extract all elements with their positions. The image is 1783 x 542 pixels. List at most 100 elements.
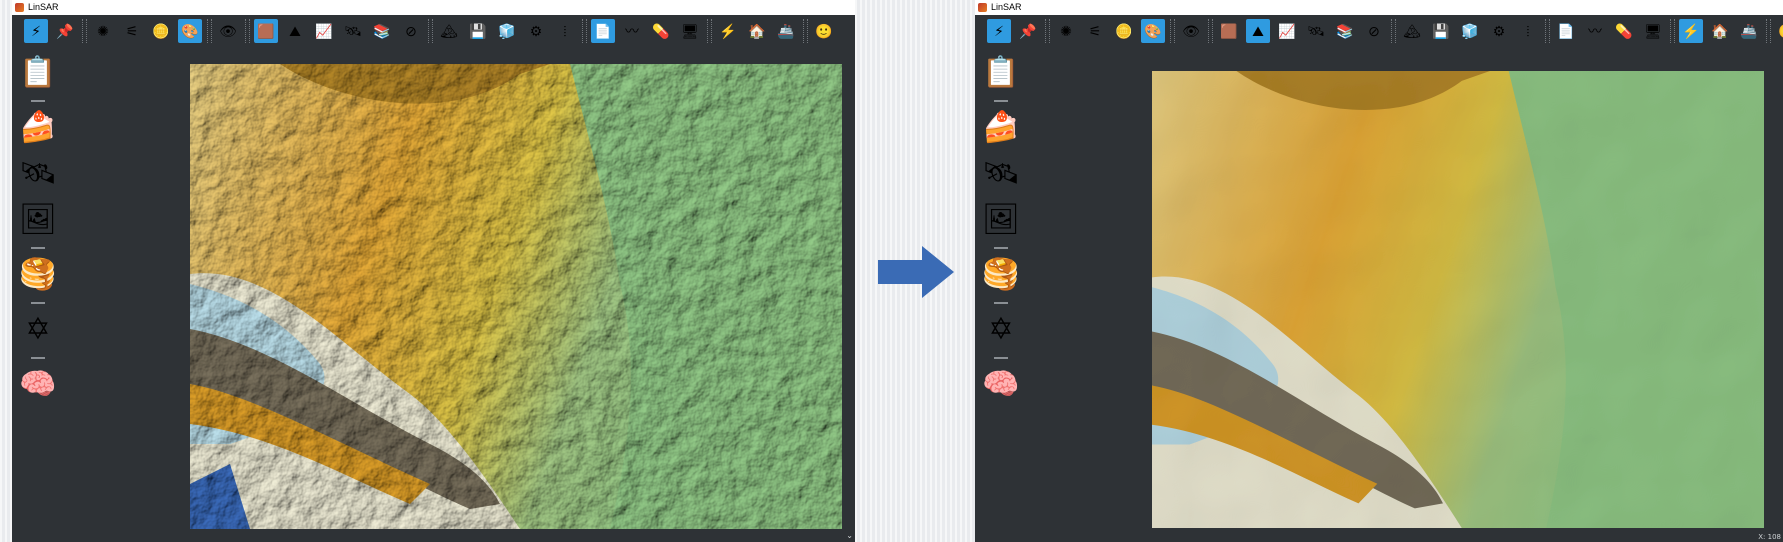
pill-tool-button[interactable]: 💊 bbox=[649, 19, 673, 43]
paint-tool-button[interactable]: 🎨 bbox=[1141, 19, 1165, 43]
pill-tool-button[interactable]: 💊 bbox=[1612, 19, 1636, 43]
toolbar-separator bbox=[707, 19, 712, 43]
sidebar-star-button[interactable]: ✡ bbox=[19, 310, 57, 350]
toolbar-separator bbox=[1766, 19, 1771, 43]
sidebar-star-button[interactable]: ✡ bbox=[982, 310, 1020, 350]
bug-tool-button[interactable]: ✺ bbox=[91, 19, 115, 43]
wave-tool-button[interactable]: 〰 bbox=[620, 19, 644, 43]
monitor-tool-button[interactable]: 🖥 bbox=[678, 19, 702, 43]
paint-tool-button[interactable]: 🎨 bbox=[178, 19, 202, 43]
sidebar-separator bbox=[31, 100, 45, 102]
chart-tool-button[interactable]: 📈 bbox=[312, 19, 336, 43]
lightning-tool-button[interactable]: ⚡ bbox=[1679, 19, 1703, 43]
dem-map-view[interactable] bbox=[190, 64, 842, 529]
save-tool-button[interactable]: 💾 bbox=[466, 19, 490, 43]
satellite-icon: 🛰 bbox=[344, 23, 362, 39]
sidebar-satellite-button[interactable]: 🛰 bbox=[982, 154, 1020, 194]
pill-icon: 💊 bbox=[1615, 23, 1633, 39]
sidebar-document-button[interactable]: 📋 bbox=[982, 53, 1020, 93]
dem-smoothed-image bbox=[1152, 71, 1764, 528]
coin-tool-button[interactable]: 🪙 bbox=[149, 19, 173, 43]
app-icon bbox=[15, 3, 24, 12]
dem-map-view[interactable] bbox=[1152, 71, 1764, 528]
satellite-icon: 🛰 bbox=[18, 157, 58, 190]
satellite-tool-button[interactable]: 🛰 bbox=[1304, 19, 1328, 43]
sidebar-soil-layers-button[interactable]: 🍰 bbox=[982, 108, 1020, 148]
wand-tool-button[interactable]: ⚡︎ bbox=[24, 19, 48, 43]
pin-tool-button[interactable]: 📌 bbox=[53, 19, 77, 43]
bars-tool-button[interactable]: ⦙ bbox=[1516, 19, 1540, 43]
star-icon: ✡ bbox=[25, 313, 51, 346]
bars-icon: ⦙ bbox=[563, 23, 567, 39]
pin-tool-button[interactable]: 📌 bbox=[1016, 19, 1040, 43]
stack-tool-button[interactable]: 📚 bbox=[370, 19, 394, 43]
eye-tool-button[interactable]: 👁 bbox=[1179, 19, 1203, 43]
wand-tool-button[interactable]: ⚡︎ bbox=[987, 19, 1011, 43]
wave-tool-button[interactable]: 〰 bbox=[1583, 19, 1607, 43]
coin-icon: 🪙 bbox=[152, 23, 170, 39]
forbidden-tool-button[interactable]: ⊘ bbox=[399, 19, 423, 43]
eye-icon: 👁 bbox=[1182, 23, 1200, 39]
mountain-tool-button[interactable]: 🏔 bbox=[1400, 19, 1424, 43]
terrain-icon: ⛰ bbox=[289, 23, 301, 39]
layers-tool-button[interactable]: 🟫 bbox=[254, 19, 278, 43]
face-tool-button[interactable]: 🙂 bbox=[1775, 19, 1783, 43]
sidebar-separator bbox=[994, 302, 1008, 304]
mountain-icon: 🏔 bbox=[1403, 23, 1421, 39]
terrain-tool-button[interactable]: ⛰ bbox=[283, 19, 307, 43]
coin-tool-button[interactable]: 🪙 bbox=[1112, 19, 1136, 43]
toolbar-separator bbox=[803, 19, 808, 43]
lightning-tool-button[interactable]: ⚡ bbox=[716, 19, 740, 43]
satellite-tool-button[interactable]: 🛰 bbox=[341, 19, 365, 43]
star-icon: ✡ bbox=[988, 313, 1014, 346]
sidebar-brain-button[interactable]: 🧠 bbox=[982, 365, 1020, 405]
face-icon: 🙂 bbox=[815, 23, 833, 39]
gear-tool-button[interactable]: ⚙ bbox=[1487, 19, 1511, 43]
sidebar-document-button[interactable]: 📋 bbox=[19, 53, 57, 93]
sidebar-layer-stack-button[interactable]: 🥞 bbox=[982, 255, 1020, 295]
stack-tool-button[interactable]: 📚 bbox=[1333, 19, 1357, 43]
cube-tool-button[interactable]: 🧊 bbox=[1458, 19, 1482, 43]
ship-icon: 🚢 bbox=[1740, 23, 1758, 39]
network-tool-button[interactable]: ⚟ bbox=[120, 19, 144, 43]
save-tool-button[interactable]: 💾 bbox=[1429, 19, 1453, 43]
network-icon: ⚟ bbox=[1088, 23, 1102, 39]
sidebar-satellite-button[interactable]: 🛰 bbox=[19, 154, 57, 194]
cube-tool-button[interactable]: 🧊 bbox=[495, 19, 519, 43]
layers-tool-button[interactable]: 🟫 bbox=[1217, 19, 1241, 43]
window-after: LinSAR ⚡︎ 📌 ✺ ⚟ 🪙 🎨 👁 🟫 ⛰ 📈 🛰 📚 ⊘ 🏔 💾 🧊 ⚙ ⦙ 📄 〰 💊 🖥 ⚡ 🏠 🚢 🙂 📋 🍰 🛰 🖼 🥞… bbox=[975, 0, 1783, 542]
toolbar-separator bbox=[1545, 19, 1550, 43]
network-tool-button[interactable]: ⚟ bbox=[1083, 19, 1107, 43]
home-tool-button[interactable]: 🏠 bbox=[745, 19, 769, 43]
document-tool-button[interactable]: 📄 bbox=[591, 19, 615, 43]
toolbar-separator bbox=[1670, 19, 1675, 43]
mountain-tool-button[interactable]: 🏔 bbox=[437, 19, 461, 43]
terrain-tool-button[interactable]: ⛰ bbox=[1246, 19, 1270, 43]
toolbar-separator bbox=[207, 19, 212, 43]
monitor-tool-button[interactable]: 🖥 bbox=[1641, 19, 1665, 43]
lightning-icon: ⚡ bbox=[1682, 23, 1700, 39]
transform-arrow-icon bbox=[878, 246, 954, 298]
gear-tool-button[interactable]: ⚙ bbox=[524, 19, 548, 43]
face-tool-button[interactable]: 🙂 bbox=[812, 19, 836, 43]
home-tool-button[interactable]: 🏠 bbox=[1708, 19, 1732, 43]
sidebar-soil-layers-button[interactable]: 🍰 bbox=[19, 108, 57, 148]
window-title: LinSAR bbox=[28, 2, 59, 12]
chart-tool-button[interactable]: 📈 bbox=[1275, 19, 1299, 43]
bug-tool-button[interactable]: ✺ bbox=[1054, 19, 1078, 43]
sidebar-brain-button[interactable]: 🧠 bbox=[19, 365, 57, 405]
document-tool-button[interactable]: 📄 bbox=[1554, 19, 1578, 43]
forbidden-tool-button[interactable]: ⊘ bbox=[1362, 19, 1386, 43]
scroll-corner-icon[interactable]: ⌄ bbox=[846, 531, 853, 540]
ship-tool-button[interactable]: 🚢 bbox=[1737, 19, 1761, 43]
terrain-icon: ⛰ bbox=[1252, 23, 1264, 39]
bars-tool-button[interactable]: ⦙ bbox=[553, 19, 577, 43]
eye-tool-button[interactable]: 👁 bbox=[216, 19, 240, 43]
sidebar-image-settings-button[interactable]: 🖼 bbox=[982, 200, 1020, 240]
image-settings-icon: 🖼 bbox=[18, 203, 58, 236]
sidebar-layer-stack-button[interactable]: 🥞 bbox=[19, 255, 57, 295]
face-icon: 🙂 bbox=[1778, 24, 1783, 38]
ship-tool-button[interactable]: 🚢 bbox=[774, 19, 798, 43]
sidebar-image-settings-button[interactable]: 🖼 bbox=[19, 200, 57, 240]
sidebar-separator bbox=[994, 247, 1008, 249]
